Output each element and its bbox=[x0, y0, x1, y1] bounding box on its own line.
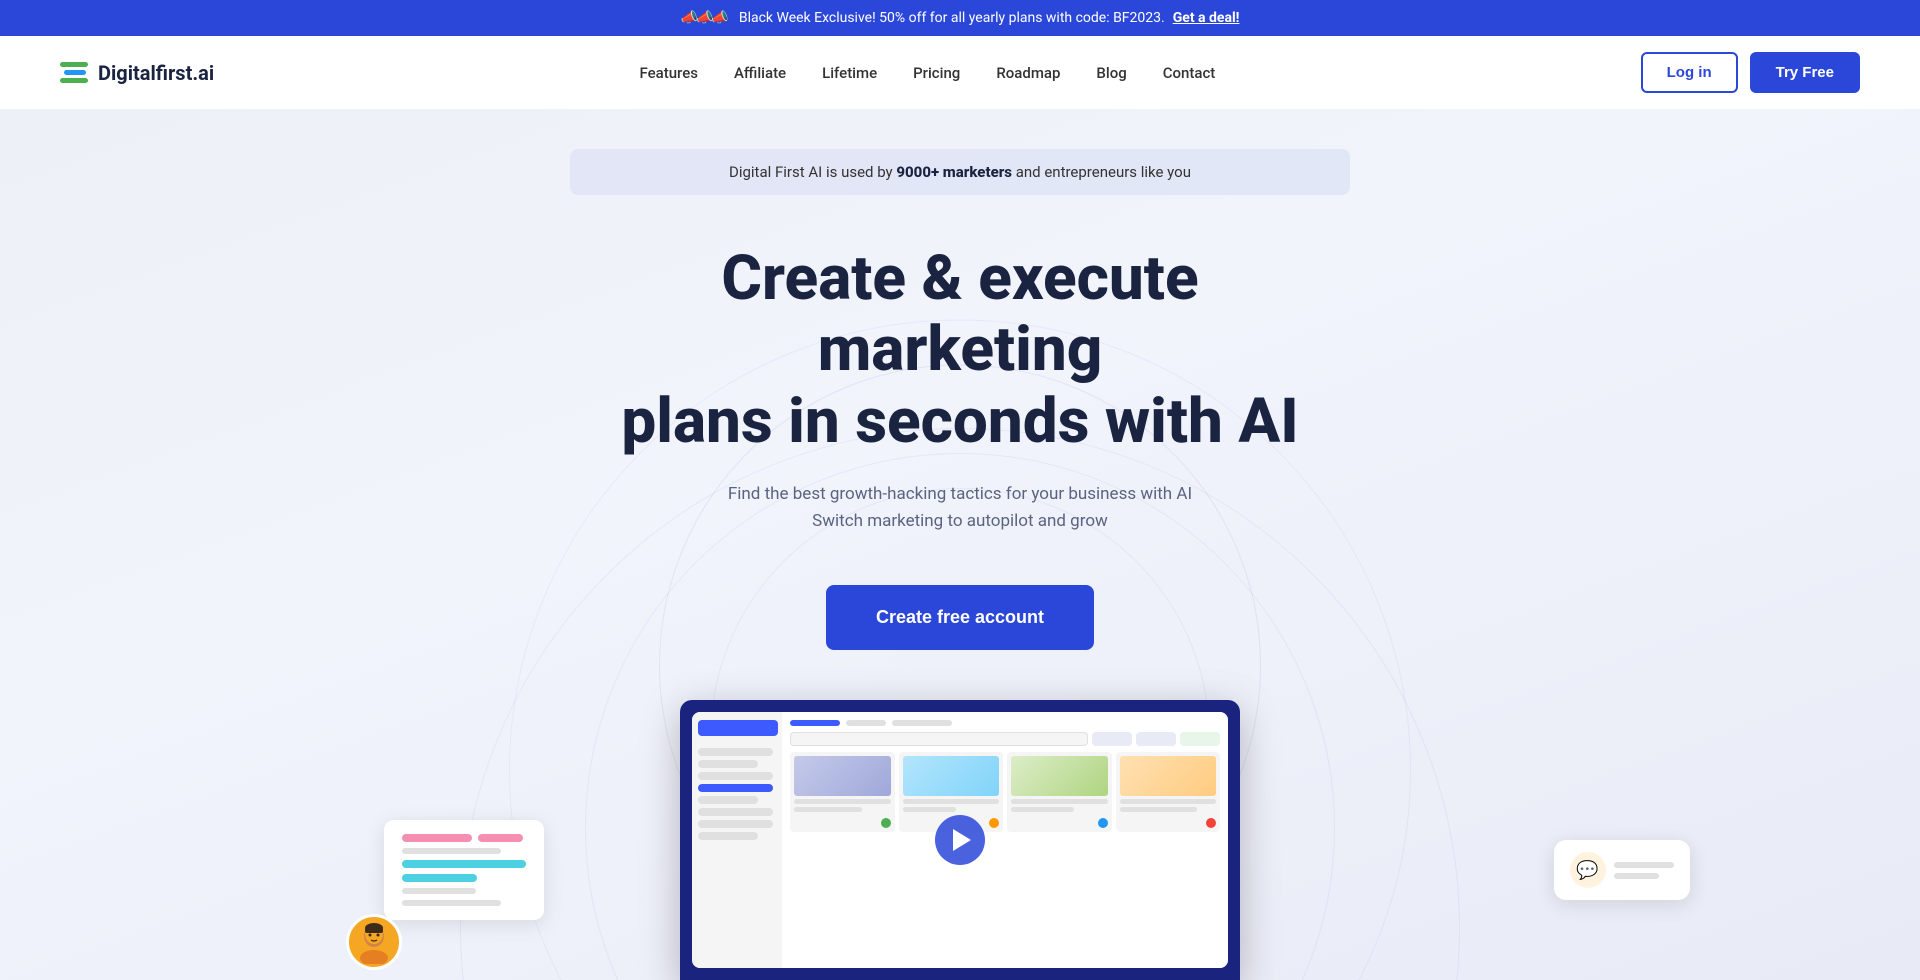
nav-link-features[interactable]: Features bbox=[639, 64, 697, 82]
app-card-1 bbox=[790, 752, 895, 832]
hero-title-line1: Create & execute marketing bbox=[721, 242, 1198, 386]
app-tabs bbox=[790, 720, 1220, 726]
card-text-2 bbox=[794, 807, 862, 812]
chat-line-1 bbox=[1614, 862, 1674, 868]
card-line-7 bbox=[402, 900, 501, 906]
logo-icon bbox=[60, 62, 88, 83]
card-line-3 bbox=[402, 848, 501, 854]
hero-title-line2: plans in seconds with AI bbox=[621, 385, 1298, 458]
main-screenshot bbox=[680, 700, 1240, 980]
card-text-8 bbox=[1120, 807, 1197, 812]
sidebar-item-6 bbox=[698, 820, 773, 828]
card-text-1 bbox=[794, 799, 891, 804]
right-chat-bubble: 💬 bbox=[1554, 840, 1690, 900]
hero-subtitle-line1: Find the best growth-hacking tactics for… bbox=[728, 484, 1192, 504]
hero-title: Create & execute marketing plans in seco… bbox=[580, 243, 1340, 457]
toolbar-btn-3 bbox=[1180, 732, 1220, 746]
card-text-7 bbox=[1120, 799, 1217, 804]
announcement-cta[interactable]: Get a deal! bbox=[1173, 10, 1240, 26]
card-img-4 bbox=[1120, 756, 1217, 796]
nav-item-lifetime[interactable]: Lifetime bbox=[822, 63, 877, 82]
card-dot-3 bbox=[1098, 818, 1108, 828]
nav-link-affiliate[interactable]: Affiliate bbox=[734, 64, 786, 82]
app-card-3 bbox=[1007, 752, 1112, 832]
nav-link-roadmap[interactable]: Roadmap bbox=[996, 64, 1060, 82]
card-dot-4 bbox=[1206, 818, 1216, 828]
nav-item-contact[interactable]: Contact bbox=[1163, 63, 1216, 82]
toolbar-btn-2 bbox=[1136, 732, 1176, 746]
card-img-3 bbox=[1011, 756, 1108, 796]
megaphone-icons: 📣📣📣 bbox=[681, 10, 727, 26]
app-sidebar bbox=[692, 712, 782, 968]
card-text-5 bbox=[1011, 799, 1108, 804]
tab-3 bbox=[892, 720, 952, 726]
announcement-bar: 📣📣📣 Black Week Exclusive! 50% off for al… bbox=[0, 0, 1920, 36]
social-proof-prefix: Digital First AI is used by bbox=[729, 163, 896, 181]
card-line-4 bbox=[402, 860, 526, 868]
card-dot-2 bbox=[989, 818, 999, 828]
hero-subtitle: Find the best growth-hacking tactics for… bbox=[728, 481, 1192, 535]
nav-item-blog[interactable]: Blog bbox=[1096, 63, 1126, 82]
sidebar-item-4 bbox=[698, 796, 758, 804]
create-free-account-button[interactable]: Create free account bbox=[826, 585, 1094, 650]
search-field-mock bbox=[790, 732, 1088, 746]
app-main bbox=[782, 712, 1228, 968]
announcement-text: Black Week Exclusive! 50% off for all ye… bbox=[739, 10, 1165, 26]
card-text-6 bbox=[1011, 807, 1074, 812]
card-line-5 bbox=[402, 874, 477, 882]
nav-link-contact[interactable]: Contact bbox=[1163, 64, 1216, 82]
sidebar-logo bbox=[698, 720, 778, 736]
card-img-1 bbox=[794, 756, 891, 796]
card-lines bbox=[402, 834, 526, 906]
left-floating-card bbox=[384, 820, 544, 920]
tab-1 bbox=[790, 720, 840, 726]
app-toolbar bbox=[790, 732, 1220, 746]
nav-item-features[interactable]: Features bbox=[639, 63, 697, 82]
try-free-button[interactable]: Try Free bbox=[1750, 52, 1860, 93]
chat-lines bbox=[1614, 862, 1674, 879]
header: Digitalfirst.ai Features Affiliate Lifet… bbox=[0, 36, 1920, 109]
nav-item-pricing[interactable]: Pricing bbox=[913, 63, 960, 82]
card-dot-1 bbox=[881, 818, 891, 828]
card-img-2 bbox=[903, 756, 1000, 796]
card-line-2 bbox=[478, 834, 523, 842]
login-button[interactable]: Log in bbox=[1641, 52, 1738, 93]
logo-text: Digitalfirst.ai bbox=[98, 61, 214, 85]
nav-buttons: Log in Try Free bbox=[1641, 52, 1860, 93]
card-line-6 bbox=[402, 888, 476, 894]
nav-link-pricing[interactable]: Pricing bbox=[913, 64, 960, 82]
sidebar-item-tactics bbox=[698, 784, 773, 792]
hero-section: Digital First AI is used by 9000+ market… bbox=[0, 109, 1920, 980]
app-card-4 bbox=[1116, 752, 1221, 832]
hero-subtitle-line2: Switch marketing to autopilot and grow bbox=[812, 511, 1108, 531]
card-text-3 bbox=[903, 799, 1000, 804]
sidebar-item-7 bbox=[698, 832, 758, 840]
app-cards-grid bbox=[790, 752, 1220, 832]
play-button[interactable] bbox=[935, 815, 985, 865]
sidebar-item-2 bbox=[698, 760, 758, 768]
nav-item-roadmap[interactable]: Roadmap bbox=[996, 63, 1060, 82]
nav-link-blog[interactable]: Blog bbox=[1096, 64, 1126, 82]
card-line-1 bbox=[402, 834, 472, 842]
nav-links: Features Affiliate Lifetime Pricing Road… bbox=[639, 63, 1215, 82]
avatar-icon bbox=[354, 920, 394, 964]
sidebar-item-5 bbox=[698, 808, 773, 816]
social-proof-bar: Digital First AI is used by 9000+ market… bbox=[570, 149, 1350, 195]
toolbar-btn-1 bbox=[1092, 732, 1132, 746]
chat-line-2 bbox=[1614, 873, 1659, 879]
sidebar-item-1 bbox=[698, 748, 773, 756]
product-area: 💬 bbox=[0, 700, 1920, 980]
nav-link-lifetime[interactable]: Lifetime bbox=[822, 64, 877, 82]
avatar-bubble bbox=[346, 914, 402, 970]
logo[interactable]: Digitalfirst.ai bbox=[60, 61, 214, 85]
tab-2 bbox=[846, 720, 886, 726]
social-proof-suffix: and entrepreneurs like you bbox=[1012, 163, 1191, 181]
sidebar-item-3 bbox=[698, 772, 773, 780]
chat-icon: 💬 bbox=[1570, 852, 1606, 888]
card-text-4 bbox=[903, 807, 956, 812]
social-proof-highlight: 9000+ marketers bbox=[896, 163, 1012, 181]
nav-item-affiliate[interactable]: Affiliate bbox=[734, 63, 786, 82]
